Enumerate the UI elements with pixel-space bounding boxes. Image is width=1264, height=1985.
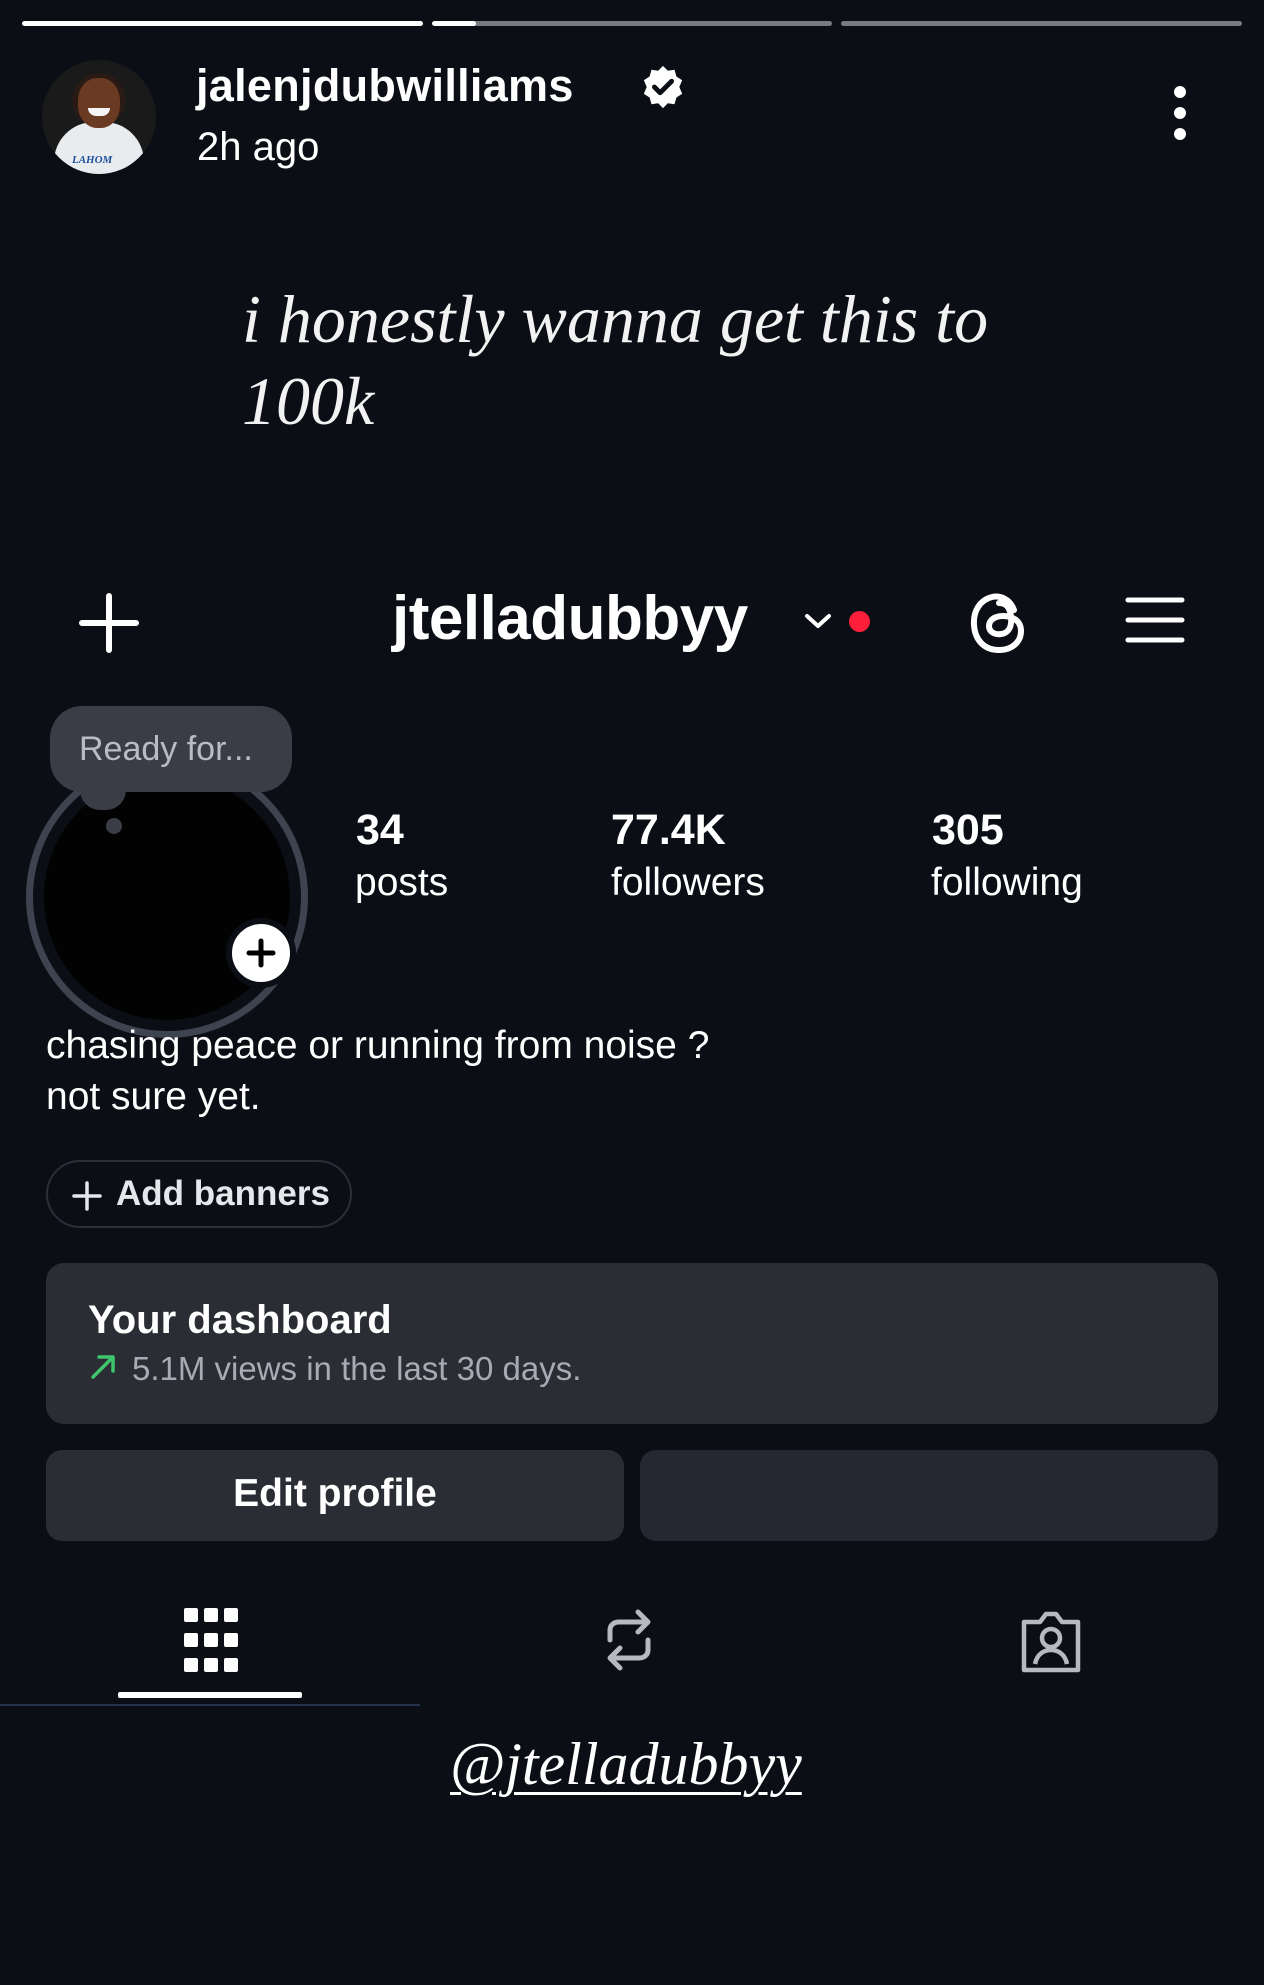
- threads-icon[interactable]: [968, 590, 1030, 656]
- tagged-person-icon[interactable]: [1018, 1608, 1084, 1674]
- add-banners-label[interactable]: Add banners: [116, 1174, 330, 1214]
- avatar-jersey-text: LAHOM: [72, 154, 113, 166]
- story-time-ago: 2h ago: [197, 125, 320, 169]
- bio-line: chasing peace or running from noise ?: [46, 1024, 710, 1067]
- hamburger-menu-icon[interactable]: [1124, 594, 1186, 646]
- repost-icon[interactable]: [598, 1606, 660, 1674]
- dashboard-title[interactable]: Your dashboard: [88, 1298, 392, 1343]
- create-plus-icon[interactable]: [78, 592, 140, 654]
- plus-icon: [72, 1181, 102, 1211]
- avatar-head: [78, 78, 120, 128]
- active-tab-indicator: [118, 1692, 302, 1698]
- more-vertical-icon[interactable]: [1166, 84, 1194, 142]
- story-progress-segment: [22, 21, 423, 26]
- verified-badge-icon: [643, 65, 683, 109]
- bio-line: not sure yet.: [46, 1075, 261, 1118]
- following-count[interactable]: 305: [932, 806, 1004, 855]
- dashboard-card[interactable]: [46, 1263, 1218, 1424]
- note-bubble-dot: [106, 818, 122, 834]
- edit-profile-label[interactable]: Edit profile: [46, 1472, 624, 1516]
- note-text: Ready for...: [79, 730, 253, 768]
- trend-up-arrow-icon: [91, 1355, 115, 1379]
- grid-icon[interactable]: [184, 1608, 238, 1672]
- progress-fill: [22, 21, 423, 26]
- avatar-jersey: [54, 122, 144, 174]
- story-caption: i honestly wanna get this to 100k: [242, 281, 989, 439]
- posts-count[interactable]: 34: [356, 806, 404, 855]
- progress-fill: [431, 21, 476, 26]
- following-label[interactable]: following: [931, 861, 1083, 905]
- add-plus-icon: [246, 938, 276, 968]
- add-story-button[interactable]: [226, 918, 296, 988]
- story-mention-link[interactable]: @jtelladubbyy: [450, 1730, 802, 1799]
- dashboard-subtitle: 5.1M views in the last 30 days.: [132, 1350, 582, 1387]
- chevron-down-icon[interactable]: [803, 610, 833, 632]
- followers-label[interactable]: followers: [611, 861, 765, 905]
- share-profile-button[interactable]: [640, 1450, 1218, 1541]
- tab-divider: [0, 1704, 420, 1706]
- story-author-avatar[interactable]: LAHOM: [42, 60, 156, 174]
- story-progress: [22, 21, 1243, 26]
- story-username[interactable]: jalenjdubwilliams: [196, 60, 574, 112]
- posts-label[interactable]: posts: [355, 861, 448, 905]
- notification-dot: [849, 611, 870, 632]
- story-progress-segment: [841, 21, 1243, 26]
- story-progress-segment: [431, 21, 833, 26]
- followers-count[interactable]: 77.4K: [611, 806, 726, 855]
- profile-handle[interactable]: jtelladubbyy: [392, 583, 748, 654]
